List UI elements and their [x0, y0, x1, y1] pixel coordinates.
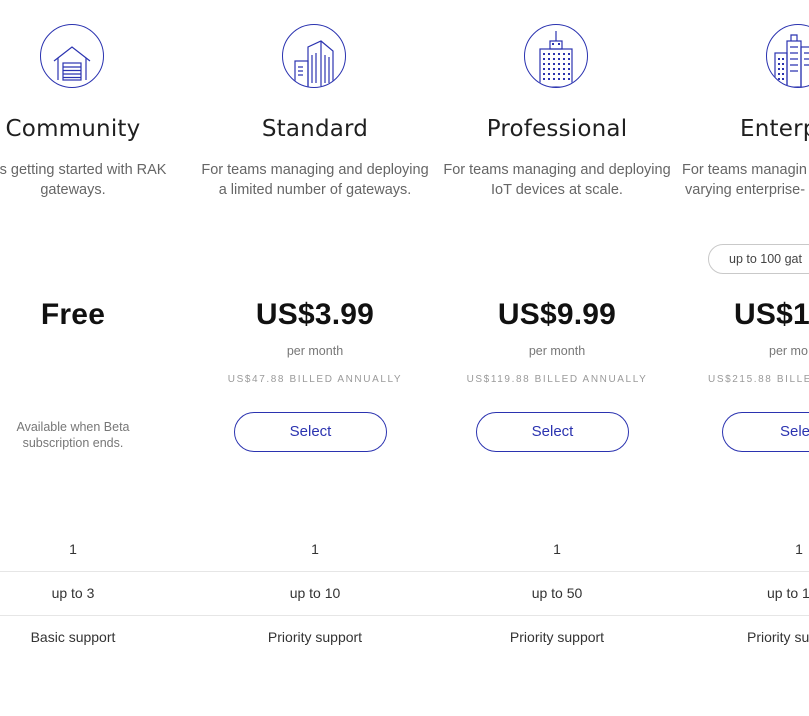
- feature-value-gateway-limit: up to 1: [767, 585, 809, 601]
- billing-period: per mo: [769, 344, 808, 358]
- plan-description-line: gateways.: [40, 182, 106, 198]
- feature-value-gateways-users: 1: [69, 541, 77, 557]
- select-button-enterprise[interactable]: Sele: [722, 412, 809, 452]
- plan-name: Standard: [261, 116, 369, 142]
- annual-billing-total: US$119.88 BILLED ANNUALLY: [466, 374, 648, 385]
- plan-description-line: For teams managing and deploying: [443, 162, 671, 178]
- plan-price: US$3.99: [255, 298, 375, 331]
- plan-description: For teams managing and deploying IoT dev…: [438, 160, 676, 200]
- select-button-professional[interactable]: Select: [476, 412, 629, 452]
- plan-description-line: For teams managing and deploying: [201, 162, 429, 178]
- feature-value-gateways-users: 1: [311, 541, 319, 557]
- row-divider: [0, 615, 809, 616]
- select-button-standard[interactable]: Select: [234, 412, 387, 452]
- billing-period: per month: [286, 344, 344, 358]
- plan-description: ams getting started with RAK gateways.: [0, 160, 192, 200]
- feature-value-gateways-users: 1: [795, 541, 803, 557]
- plan-name: Enterp: [740, 116, 809, 142]
- plan-description-line: ams getting started with RAK: [0, 162, 167, 178]
- feature-value-support: Priority su: [747, 629, 809, 645]
- plan-description-line: For teams managin: [682, 162, 807, 178]
- plan-description: For teams managing and deploying a limit…: [196, 160, 434, 200]
- feature-value-support: Priority support: [509, 629, 605, 645]
- annual-billing-total: US$47.88 BILLED ANNUALLY: [227, 374, 403, 385]
- plan-name: Professional: [486, 116, 628, 142]
- feature-value-gateway-limit: up to 3: [51, 585, 95, 601]
- plan-description-line: IoT devices at scale.: [491, 182, 623, 198]
- plan-name: Community: [5, 116, 141, 142]
- plan-description-line: a limited number of gateways.: [218, 182, 412, 198]
- billing-period: per month: [528, 344, 586, 358]
- plan-description: For teams managin varying enterprise-: [682, 160, 807, 200]
- city-buildings-icon: [766, 24, 809, 88]
- office-building-icon: [282, 24, 346, 88]
- plan-price: Free: [40, 298, 106, 331]
- row-divider: [0, 571, 809, 572]
- availability-note: Available when Beta subscription ends.: [0, 419, 194, 451]
- gateway-count-dropdown[interactable]: up to 100 gat: [708, 244, 809, 274]
- garage-icon: [40, 24, 104, 88]
- availability-note-line: Available when Beta: [16, 420, 130, 434]
- feature-value-gateway-limit: up to 50: [531, 585, 583, 601]
- feature-value-support: Basic support: [30, 629, 116, 645]
- skyscraper-icon: [524, 24, 588, 88]
- plan-description-line: varying enterprise-: [685, 182, 806, 198]
- feature-value-support: Priority support: [267, 629, 363, 645]
- plan-price: US$17: [734, 298, 809, 331]
- feature-value-gateways-users: 1: [553, 541, 561, 557]
- availability-note-line: subscription ends.: [22, 436, 124, 450]
- feature-value-gateway-limit: up to 10: [289, 585, 341, 601]
- plan-price: US$9.99: [497, 298, 617, 331]
- annual-billing-total: US$215.88 BILLE: [708, 374, 809, 385]
